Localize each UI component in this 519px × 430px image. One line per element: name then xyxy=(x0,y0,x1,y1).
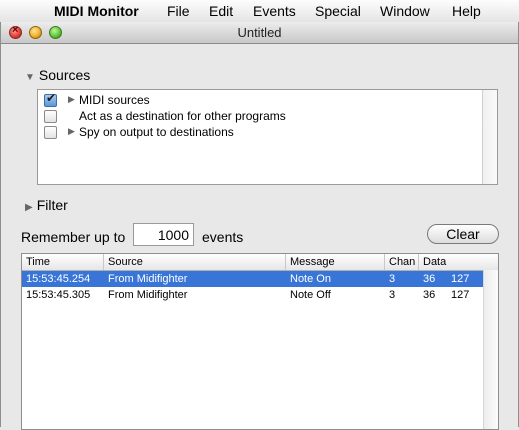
disclosure-collapsed-icon[interactable]: ▶ xyxy=(68,94,75,105)
cell-message: Note Off xyxy=(290,289,331,301)
cell-time: 15:53:45.254 xyxy=(26,273,91,285)
table-row[interactable]: 15:53:45.254 From Midifighter Note On 3 … xyxy=(22,271,484,287)
cell-data1: 36 xyxy=(423,273,436,285)
cell-data2: 127 xyxy=(451,289,470,301)
cell-data2: 127 xyxy=(451,273,470,285)
disclosure-collapsed-icon[interactable]: ▶ xyxy=(68,126,75,137)
column-header-time[interactable]: Time xyxy=(22,254,104,270)
table-scrollbar[interactable] xyxy=(483,270,498,429)
cell-data1: 36 xyxy=(423,289,436,301)
filter-label: Filter xyxy=(36,197,68,213)
sources-disclosure[interactable]: ▼ Sources xyxy=(25,67,90,83)
column-header-data[interactable]: Data xyxy=(419,254,498,270)
column-header-chan[interactable]: Chan xyxy=(385,254,419,270)
menu-events[interactable]: Events xyxy=(253,3,296,19)
cell-time: 15:53:45.305 xyxy=(26,289,91,301)
sources-scrollbar[interactable] xyxy=(482,90,497,184)
column-header-message[interactable]: Message xyxy=(286,254,385,270)
clear-button[interactable]: Clear xyxy=(427,224,499,244)
disclosure-expanded-icon: ▼ xyxy=(25,72,35,83)
spy-on-output-checkbox[interactable] xyxy=(44,126,57,139)
menu-app-name[interactable]: MIDI Monitor xyxy=(54,3,139,19)
cell-source: From Midifighter xyxy=(108,289,188,301)
menu-window[interactable]: Window xyxy=(380,3,430,19)
cell-chan: 3 xyxy=(389,289,396,301)
cell-chan: 3 xyxy=(389,273,396,285)
table-row[interactable]: 15:53:45.305 From Midifighter Note Off 3… xyxy=(22,287,484,303)
disclosure-collapsed-icon: ▶ xyxy=(25,202,33,213)
events-label: events xyxy=(202,229,244,245)
midi-sources-checkbox[interactable] xyxy=(44,91,57,107)
source-item-label: Spy on output to destinations xyxy=(79,125,234,139)
column-header-source[interactable]: Source xyxy=(104,254,286,270)
menu-edit[interactable]: Edit xyxy=(209,3,233,19)
filter-disclosure[interactable]: ▶ Filter xyxy=(25,197,68,213)
menu-bar: MIDI Monitor File Edit Events Special Wi… xyxy=(0,0,519,23)
menu-file[interactable]: File xyxy=(167,3,190,19)
source-item-label: MIDI sources xyxy=(79,93,150,107)
event-count-field[interactable]: 1000 xyxy=(133,223,194,246)
cell-source: From Midifighter xyxy=(108,273,188,285)
main-window: Untitled ▼Sources ▶ MIDI sources Act as … xyxy=(0,22,519,430)
sources-label: Sources xyxy=(38,67,91,83)
sources-list: ▶ MIDI sources Act as a destination for … xyxy=(37,89,498,185)
title-bar[interactable]: Untitled xyxy=(1,22,518,44)
cell-message: Note On xyxy=(290,273,331,285)
table-header: Time Source Message Chan Data xyxy=(22,254,498,271)
source-item-label: Act as a destination for other programs xyxy=(79,109,286,123)
menu-help[interactable]: Help xyxy=(452,3,481,19)
menu-special[interactable]: Special xyxy=(315,3,361,19)
act-as-destination-checkbox[interactable] xyxy=(44,110,57,123)
window-title: Untitled xyxy=(237,25,282,40)
events-table: Time Source Message Chan Data 15:53:45.2… xyxy=(21,253,499,430)
remember-label: Remember up to xyxy=(21,229,126,245)
